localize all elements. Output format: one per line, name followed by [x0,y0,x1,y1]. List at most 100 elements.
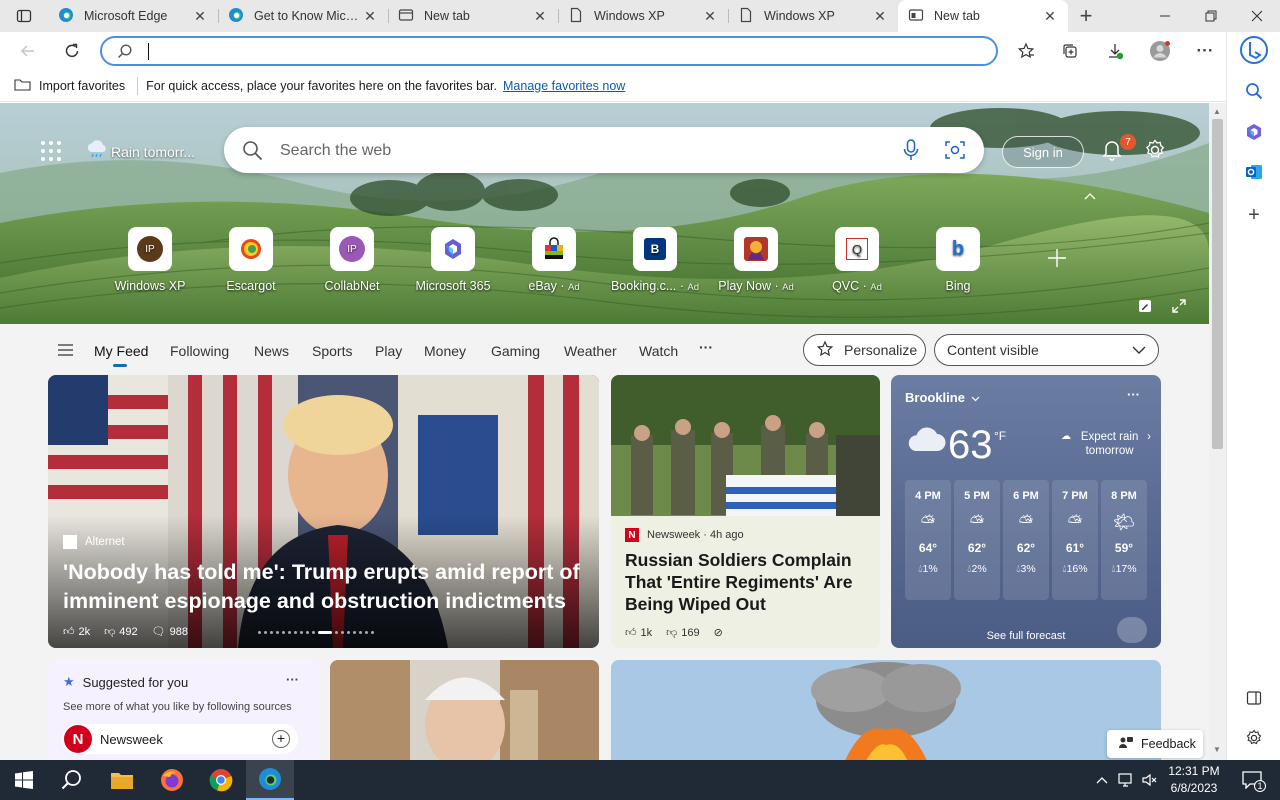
collapse-chevron-up-icon[interactable] [1083,189,1097,204]
comments-off-icon[interactable]: ⊘ [714,626,723,639]
windows-start-icon[interactable] [0,760,48,800]
tab-weather[interactable]: Weather [564,343,617,359]
tab-new-tab[interactable]: New tab ✕ [388,0,558,32]
close-tab-icon[interactable]: ✕ [192,8,208,25]
taskbar-clock[interactable]: 12:31 PM 6/8/2023 [1163,763,1225,797]
manage-favorites-link[interactable]: Manage favorites now [503,79,625,93]
address-bar[interactable] [100,36,998,66]
close-tab-icon[interactable]: ✕ [532,8,548,25]
address-input[interactable] [148,43,968,61]
tab-sports[interactable]: Sports [312,343,352,359]
main-story-card[interactable]: Alternet 'Nobody has told me': Trump eru… [48,375,599,648]
tab-gaming[interactable]: Gaming [491,343,540,359]
add-quicklink-icon[interactable] [1046,247,1068,272]
suggested-more-icon[interactable]: ··· [286,672,299,687]
tab-watch[interactable]: Watch [639,343,678,359]
scroll-down-arrow-icon[interactable]: ▼ [1213,745,1221,754]
weather-card[interactable]: Brookline ··· 63 °F ☁︎ Expect rain tomor… [891,375,1161,648]
quicklink-qvc[interactable]: Q QVC · Ad [809,227,905,293]
content-visibility-dropdown[interactable]: Content visible [934,334,1159,366]
tab-news[interactable]: News [254,343,289,359]
weather-more-icon[interactable]: ··· [1127,387,1140,402]
restore-button[interactable] [1188,0,1234,32]
close-tab-icon[interactable]: ✕ [702,8,718,25]
tab-following[interactable]: Following [170,343,229,359]
edge-taskbar-icon[interactable] [246,760,294,800]
firefox-icon[interactable] [148,760,196,800]
quicklink-escargot[interactable]: Escargot [203,227,299,293]
tab-get-to-know[interactable]: Get to Know Micros ✕ [218,0,388,32]
quicklink-microsoft-365[interactable]: Microsoft 365 [405,227,501,293]
page-scrollbar[interactable]: ▲ ▼ [1209,103,1226,760]
personalize-button[interactable]: Personalize [803,334,926,366]
collections-icon[interactable] [1055,36,1085,66]
product-image-card[interactable] [330,660,599,760]
tab-money[interactable]: Money [424,343,466,359]
carousel-dots[interactable] [258,631,374,634]
apps-launcher-icon[interactable] [40,140,62,165]
more-tabs-icon[interactable]: ··· [699,339,713,355]
close-tab-icon[interactable]: ✕ [872,8,888,25]
story-card-explosion[interactable] [611,660,1161,760]
sidebar-search-icon[interactable] [1239,76,1269,106]
scroll-up-arrow-icon[interactable]: ▲ [1213,107,1221,116]
show-hidden-icons-chevron-icon[interactable] [1090,760,1114,800]
quicklink-bing[interactable]: b Bing [910,227,1006,293]
bing-chat-icon[interactable] [1239,35,1269,65]
main-story-headline[interactable]: 'Nobody has told me': Trump erupts amid … [63,558,583,616]
outlook-icon[interactable] [1239,157,1269,187]
microphone-icon[interactable] [902,139,920,164]
tab-new-tab-active[interactable]: New tab ✕ [898,0,1068,32]
follow-plus-icon[interactable]: + [272,730,290,748]
like-button[interactable]: 👍︎ 1k [625,626,652,640]
downloads-icon[interactable] [1100,36,1130,66]
quicklink-collabnet[interactable]: IP CollabNet [304,227,400,293]
minimize-button[interactable] [1142,0,1188,32]
weather-map-icon[interactable] [1117,617,1147,643]
tab-windows-xp-2[interactable]: Windows XP ✕ [728,0,898,32]
file-explorer-icon[interactable] [98,760,146,800]
tab-actions-icon[interactable] [9,1,39,31]
tab-play[interactable]: Play [375,343,402,359]
web-search-box[interactable]: Search the web [224,127,984,173]
quicklink-ebay[interactable]: eBay · Ad [506,227,602,293]
settings-gear-icon[interactable] [1143,138,1167,165]
close-tab-icon[interactable]: ✕ [362,8,378,25]
weather-location[interactable]: Brookline [905,390,980,405]
profile-avatar-icon[interactable] [1145,36,1175,66]
quicklink-windows-xp[interactable]: IP Windows XP [102,227,198,293]
edit-background-icon[interactable] [1138,299,1152,316]
hide-sidebar-icon[interactable] [1239,683,1269,713]
feedback-button[interactable]: Feedback [1107,730,1203,758]
network-icon[interactable] [1114,760,1138,800]
back-arrow-icon[interactable] [13,36,43,66]
weather-note[interactable]: ☁︎ Expect rain tomorrow › [1061,430,1151,458]
hamburger-menu-icon[interactable] [58,344,73,359]
story-card-newsweek[interactable]: N Newsweek · 4h ago Russian Soldiers Com… [611,375,880,648]
story-headline[interactable]: Russian Soldiers Complain That 'Entire R… [625,549,870,615]
favorites-star-icon[interactable] [1011,36,1041,66]
dislike-button[interactable]: 👎︎ 169 [666,626,700,640]
tab-windows-xp[interactable]: Windows XP ✕ [558,0,728,32]
sign-in-button[interactable]: Sign in [1002,136,1084,168]
scrollbar-thumb[interactable] [1212,119,1223,449]
chrome-icon[interactable] [197,760,245,800]
action-center-icon[interactable]: 1 [1232,760,1272,800]
sidebar-settings-icon[interactable] [1239,723,1269,753]
close-window-button[interactable] [1234,0,1280,32]
tab-my-feed[interactable]: My Feed [94,343,148,359]
close-tab-icon[interactable]: ✕ [1042,8,1058,25]
expand-icon[interactable] [1172,299,1186,316]
import-favorites-button[interactable]: Import favorites [14,77,125,94]
more-menu-icon[interactable]: ··· [1190,36,1220,66]
tab-microsoft-edge[interactable]: Microsoft Edge ✕ [48,0,218,32]
add-sidebar-app-icon[interactable]: + [1239,200,1269,230]
volume-muted-icon[interactable] [1138,760,1162,800]
taskbar-search-icon[interactable] [48,760,96,800]
dislike-button[interactable]: 👎︎ 492 [104,625,138,639]
quicklink-play-now[interactable]: Play Now · Ad [708,227,804,293]
quicklink-booking[interactable]: B Booking.c... · Ad [607,227,703,293]
new-tab-button[interactable]: + [1071,1,1101,31]
comments-button[interactable]: 🗨︎ 988 [152,625,188,639]
weather-chip[interactable]: Rain tomorr... [85,140,195,163]
